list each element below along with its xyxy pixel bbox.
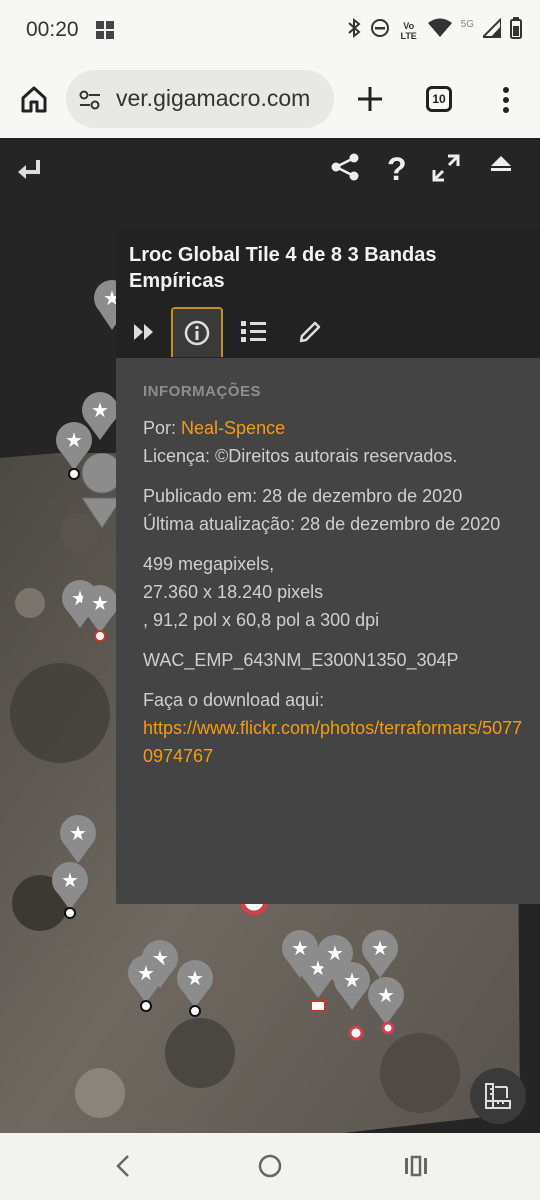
browser-toolbar: ver.gigamacro.com 10 — [0, 62, 540, 138]
pixels-text: 27.360 x 18.240 pixels — [143, 582, 324, 602]
pin-marker[interactable]: ★ — [334, 962, 370, 1041]
dnd-icon — [370, 18, 390, 43]
author-license-block: Por: Neal-Spence Licença: ©Direitos auto… — [143, 414, 523, 470]
pencil-icon — [299, 321, 321, 343]
svg-text:★: ★ — [91, 591, 109, 615]
svg-text:★: ★ — [61, 868, 79, 892]
megapixels-text: 499 megapixels, — [143, 554, 275, 574]
browser-menu-button[interactable] — [494, 84, 518, 116]
pin-marker[interactable]: ★ — [82, 585, 118, 642]
tab-play[interactable] — [118, 308, 170, 356]
windows-logo-icon — [96, 21, 114, 44]
tab-switcher-button[interactable]: 10 — [426, 86, 452, 112]
code-text: WAC_EMP_643NM_E300N1350_304P — [143, 650, 459, 670]
status-bar: 00:20 Vo LTE 5G — [0, 0, 540, 62]
svg-text:★: ★ — [137, 961, 155, 985]
author-link[interactable]: Neal-Spence — [181, 418, 285, 438]
more-vert-icon — [503, 87, 509, 113]
tab-info[interactable] — [171, 307, 223, 357]
license-text: Licença: ©Direitos autorais reservados. — [143, 446, 458, 466]
dates-block: Publicado em: 28 de dezembro de 2020 Últ… — [143, 482, 523, 538]
tab-edit[interactable] — [284, 308, 336, 356]
pin-marker[interactable]: ★ — [60, 815, 96, 863]
nav-recents-button[interactable] — [403, 1153, 429, 1184]
list-icon — [241, 321, 266, 342]
info-body: INFORMAÇÕES Por: Neal-Spence Licença: ©D… — [143, 378, 523, 782]
author-label: Por: — [143, 418, 177, 438]
url-text[interactable]: ver.gigamacro.com — [116, 85, 326, 112]
pin-marker[interactable]: ★ — [368, 977, 404, 1035]
collapse-up-icon[interactable] — [489, 154, 513, 185]
svg-text:★: ★ — [326, 941, 344, 965]
info-icon — [184, 320, 210, 346]
chevron-left-icon — [116, 1155, 129, 1177]
svg-text:★: ★ — [65, 428, 83, 452]
ruler-icon — [485, 1083, 511, 1109]
bluetooth-icon — [347, 17, 361, 43]
address-bar[interactable]: ver.gigamacro.com — [66, 70, 334, 128]
info-panel-header: Lroc Global Tile 4 de 8 3 Bandas Empíric… — [116, 228, 540, 358]
home-icon — [21, 86, 47, 113]
section-heading: INFORMAÇÕES — [143, 383, 261, 400]
pin-marker[interactable]: ★ — [177, 960, 213, 1017]
share-icon[interactable] — [330, 152, 360, 187]
home-button[interactable] — [19, 84, 49, 114]
pin-marker[interactable]: ★ — [128, 955, 164, 1012]
network-type-label: 5G — [460, 19, 474, 30]
updated-date: Última atualização: 28 de dezembro de 20… — [143, 514, 501, 534]
svg-text:?: ? — [387, 152, 407, 182]
download-block: Faça o download aqui: https://www.flickr… — [143, 686, 523, 770]
size-block: 499 megapixels, 27.360 x 18.240 pixels ,… — [143, 550, 523, 634]
site-settings-icon[interactable] — [78, 88, 102, 112]
nav-home-button[interactable] — [257, 1153, 283, 1184]
wifi-icon — [427, 18, 452, 43]
measure-tool-button[interactable] — [470, 1068, 526, 1124]
status-icons: Vo LTE 5G — [347, 16, 522, 44]
svg-text:★: ★ — [377, 983, 395, 1007]
recents-icon — [405, 1155, 427, 1177]
pin-marker[interactable]: ★ — [56, 422, 92, 480]
print-size-text: , 91,2 pol x 60,8 pol a 300 dpi — [143, 610, 380, 630]
status-time: 00:20 — [26, 18, 79, 41]
battery-icon — [510, 17, 522, 44]
back-arrow-icon[interactable] — [16, 158, 42, 187]
system-nav-bar — [0, 1133, 540, 1200]
download-label: Faça o download aqui: — [143, 690, 325, 710]
plus-icon — [358, 87, 382, 111]
volte-icon: Vo LTE — [400, 20, 417, 41]
new-tab-button[interactable] — [355, 82, 385, 116]
home-circle-icon — [258, 1154, 282, 1178]
nav-back-button[interactable] — [112, 1153, 134, 1184]
download-link[interactable]: https://www.flickr.com/photos/terraforma… — [143, 714, 523, 770]
fast-forward-icon — [134, 324, 153, 340]
tab-list[interactable] — [228, 308, 280, 356]
info-panel: Lroc Global Tile 4 de 8 3 Bandas Empíric… — [116, 228, 540, 904]
svg-text:★: ★ — [371, 936, 389, 960]
fullscreen-icon[interactable] — [432, 154, 460, 187]
pin-marker[interactable]: ★ — [52, 862, 88, 919]
svg-text:★: ★ — [186, 966, 204, 990]
svg-text:★: ★ — [91, 398, 109, 422]
svg-text:★: ★ — [343, 968, 361, 992]
image-title: Lroc Global Tile 4 de 8 3 Bandas Empíric… — [129, 244, 437, 292]
help-icon[interactable]: ? — [385, 151, 409, 187]
signal-icon — [480, 16, 502, 43]
author-line: Por: Neal-Spence — [143, 414, 523, 442]
svg-text:★: ★ — [69, 821, 87, 845]
published-date: Publicado em: 28 de dezembro de 2020 — [143, 486, 463, 506]
